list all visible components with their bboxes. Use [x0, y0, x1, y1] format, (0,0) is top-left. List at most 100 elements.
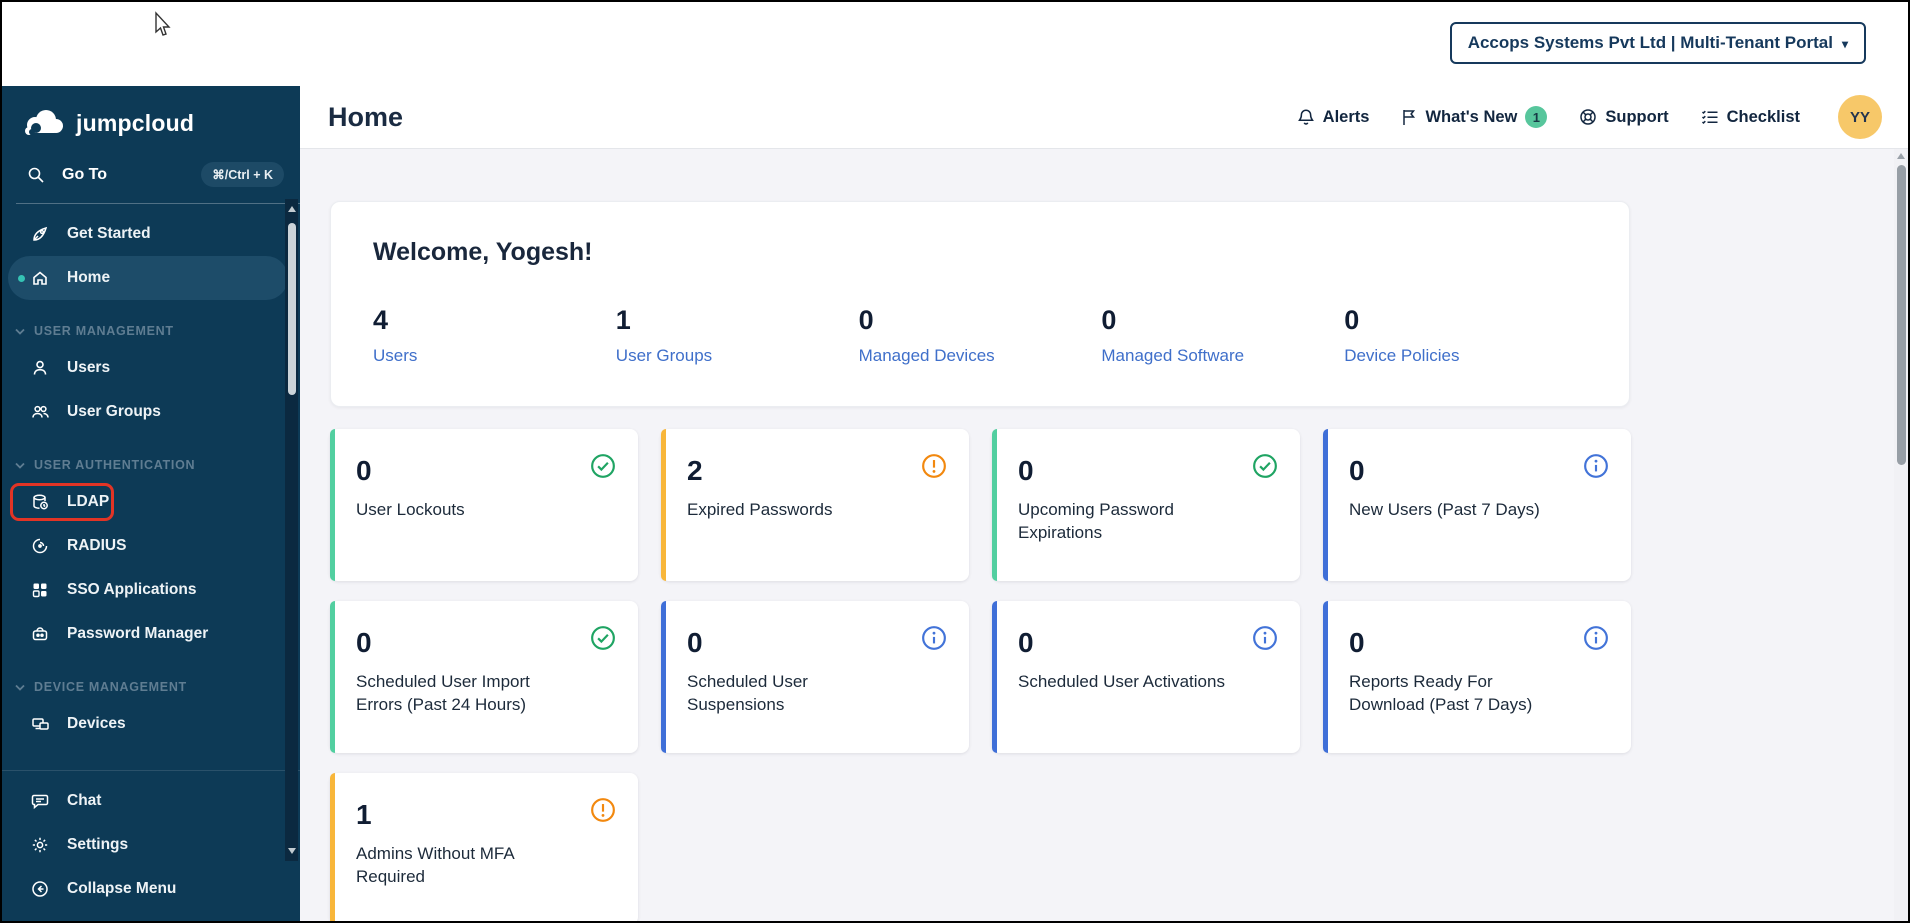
whats-new-button[interactable]: What's New 1	[1401, 106, 1548, 128]
card-value: 1	[356, 799, 372, 830]
stat-value: 1	[615, 305, 631, 335]
stat-managed-devices: 0 Managed Devices	[859, 305, 1102, 366]
flag-icon	[1403, 110, 1416, 125]
chevron-down-icon	[15, 684, 25, 691]
user-group-icon	[30, 403, 50, 421]
whats-new-label: What's New	[1425, 107, 1518, 126]
dashboard-content: Welcome, Yogesh! 4 Users 1 User Groups 0	[300, 149, 1908, 921]
sidebar-item-password-manager[interactable]: Password Manager	[8, 612, 288, 656]
check-circle-icon	[591, 626, 615, 650]
section-device-management[interactable]: DEVICE MANAGEMENT	[15, 680, 300, 694]
stat-link[interactable]: User Groups	[616, 346, 712, 366]
card-new-users[interactable]: 0 New Users (Past 7 Days)	[1323, 429, 1631, 581]
tenant-selector-label: Accops Systems Pvt Ltd | Multi-Tenant Po…	[1467, 33, 1833, 52]
section-title: DEVICE MANAGEMENT	[34, 680, 187, 694]
chevron-down-icon	[15, 462, 25, 469]
page-title: Home	[328, 101, 404, 132]
sidebar-item-ldap[interactable]: LDAP	[8, 480, 288, 524]
card-label: New Users (Past 7 Days)	[1349, 500, 1540, 519]
card-label: Admins Without MFA Required	[356, 844, 514, 886]
stat-value: 0	[858, 305, 874, 335]
card-label: Upcoming Password Expirations	[1018, 500, 1174, 542]
support-button[interactable]: Support	[1579, 108, 1669, 127]
card-scheduled-user-suspensions[interactable]: 0 Scheduled User Suspensions	[661, 601, 969, 753]
sidebar-item-chat[interactable]: Chat	[8, 779, 288, 823]
sidebar-item-settings[interactable]: Settings	[8, 823, 288, 867]
card-label: Expired Passwords	[687, 500, 833, 519]
card-scheduled-user-activations[interactable]: 0 Scheduled User Activations	[992, 601, 1300, 753]
alerts-button[interactable]: Alerts	[1297, 108, 1369, 127]
active-indicator-dot	[18, 274, 25, 282]
scrollbar-thumb[interactable]	[287, 223, 296, 395]
page-header: Home Alerts What's New 1 Support Checkli…	[300, 86, 1908, 149]
home-icon	[30, 269, 50, 287]
chevron-down-icon: ▾	[1841, 37, 1848, 51]
checklist-button[interactable]: Checklist	[1701, 108, 1800, 127]
goto-search[interactable]: Go To ⌘/Ctrl + K	[26, 162, 284, 187]
sidebar-item-label: SSO Applications	[67, 581, 197, 598]
welcome-greeting: Welcome, Yogesh!	[373, 238, 593, 266]
sidebar-item-user-groups[interactable]: User Groups	[8, 390, 288, 434]
sidebar-divider	[16, 203, 300, 204]
scrollbar-thumb[interactable]	[1896, 165, 1906, 465]
stat-user-groups: 1 User Groups	[616, 305, 859, 366]
card-label: Scheduled User Import Errors (Past 24 Ho…	[356, 672, 530, 714]
card-label: User Lockouts	[356, 500, 465, 519]
sidebar-scrollbar[interactable]	[285, 199, 298, 861]
search-icon	[28, 167, 44, 183]
card-value: 0	[1018, 627, 1034, 658]
user-avatar[interactable]: YY	[1838, 95, 1882, 139]
section-user-management[interactable]: USER MANAGEMENT	[15, 324, 300, 338]
main-scrollbar[interactable]	[1894, 149, 1908, 921]
sso-grid-icon	[30, 581, 50, 599]
sidebar-item-label: Home	[67, 269, 111, 286]
scroll-down-arrow-icon[interactable]	[287, 848, 296, 854]
sidebar-item-radius[interactable]: RADIUS	[8, 524, 288, 568]
checklist-label: Checklist	[1726, 107, 1800, 126]
stat-link[interactable]: Managed Devices	[859, 346, 995, 366]
card-value: 0	[356, 455, 372, 486]
jumpcloud-logo: jumpcloud	[2, 86, 300, 138]
stat-link[interactable]: Device Policies	[1344, 346, 1459, 366]
stat-link[interactable]: Managed Software	[1101, 346, 1244, 366]
info-circle-icon	[922, 626, 946, 650]
sidebar-item-sso-applications[interactable]: SSO Applications	[8, 568, 288, 612]
check-circle-icon	[591, 454, 615, 478]
sidebar-item-label: RADIUS	[67, 537, 127, 554]
tenant-selector-button[interactable]: Accops Systems Pvt Ltd | Multi-Tenant Po…	[1449, 22, 1866, 64]
sidebar-item-collapse-menu[interactable]: Collapse Menu	[8, 867, 288, 911]
stat-value: 0	[1344, 305, 1360, 335]
card-user-lockouts[interactable]: 0 User Lockouts	[330, 429, 638, 581]
sidebar-item-users[interactable]: Users	[8, 346, 288, 390]
card-expired-passwords[interactable]: 2 Expired Passwords	[661, 429, 969, 581]
card-label: Reports Ready For Download (Past 7 Days)	[1349, 672, 1533, 714]
checklist-icon	[1701, 110, 1718, 125]
sidebar-item-label: Collapse Menu	[67, 880, 177, 897]
card-value: 0	[1349, 627, 1365, 658]
whats-new-count-badge: 1	[1525, 106, 1548, 128]
sidebar-item-devices[interactable]: Devices	[8, 702, 288, 746]
jumpcloud-cloud-icon	[25, 110, 63, 135]
card-reports-ready[interactable]: 0 Reports Ready For Download (Past 7 Day…	[1323, 601, 1631, 753]
scroll-up-arrow-icon[interactable]	[1897, 153, 1905, 159]
sidebar-item-home[interactable]: Home	[8, 256, 288, 300]
alert-circle-icon	[922, 454, 946, 478]
ldap-database-icon	[30, 493, 50, 511]
mouse-cursor	[155, 11, 171, 36]
app-window: Accops Systems Pvt Ltd | Multi-Tenant Po…	[0, 0, 1910, 923]
section-user-authentication[interactable]: USER AUTHENTICATION	[15, 458, 300, 472]
card-value: 0	[1018, 455, 1034, 486]
card-upcoming-password-expirations[interactable]: 0 Upcoming Password Expirations	[992, 429, 1300, 581]
card-scheduled-user-import-errors[interactable]: 0 Scheduled User Import Errors (Past 24 …	[330, 601, 638, 753]
sidebar-item-label: User Groups	[67, 403, 161, 420]
stat-link[interactable]: Users	[373, 346, 417, 366]
sidebar-item-get-started[interactable]: Get Started	[8, 212, 288, 256]
chat-icon	[30, 792, 50, 810]
alert-circle-icon	[591, 798, 615, 822]
browser-top-bar: Accops Systems Pvt Ltd | Multi-Tenant Po…	[2, 2, 1908, 86]
sidebar-footer: Chat Settings Collapse Menu	[2, 770, 300, 921]
scroll-up-arrow-icon[interactable]	[287, 206, 296, 212]
card-admins-without-mfa[interactable]: 1 Admins Without MFA Required	[330, 773, 638, 921]
card-label: Scheduled User Suspensions	[687, 672, 808, 714]
rocket-icon	[30, 225, 50, 243]
